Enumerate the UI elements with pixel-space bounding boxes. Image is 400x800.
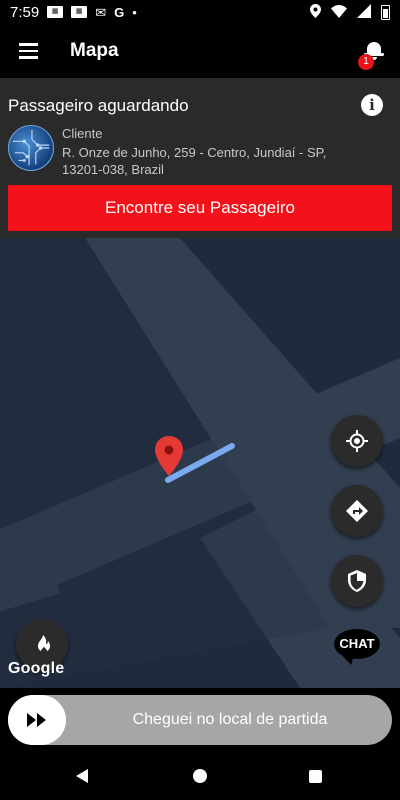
find-passenger-button[interactable]: Encontre seu Passageiro: [8, 185, 392, 231]
my-location-icon: [346, 430, 368, 452]
directions-icon: [346, 500, 368, 522]
directions-button[interactable]: [331, 485, 383, 537]
card-title: Passageiro aguardando: [8, 96, 189, 115]
news-icon: ▦: [47, 6, 64, 18]
location-icon: [310, 4, 321, 20]
status-bar: 7:59 ▦ ▦ ✉ G •: [0, 0, 400, 24]
app-bar: Mapa 1: [0, 24, 400, 78]
dot-icon: •: [132, 4, 137, 20]
battery-icon: [381, 4, 390, 20]
safety-button[interactable]: [331, 555, 383, 607]
status-time: 7:59: [10, 3, 40, 21]
google-attribution: Google: [8, 660, 65, 677]
signal-icon: [357, 4, 371, 20]
flame-icon: [38, 635, 50, 654]
notification-badge: 1: [358, 54, 374, 70]
wifi-icon: [331, 4, 347, 20]
page-title: Mapa: [70, 40, 119, 61]
info-icon[interactable]: i: [361, 94, 383, 116]
client-address: R. Onze de Junho, 259 - Centro, Jundiaí …: [62, 145, 327, 177]
shield-icon: [348, 570, 366, 592]
home-icon[interactable]: [193, 769, 207, 783]
news-icon: ▦: [71, 6, 88, 18]
trip-card: Passageiro aguardando i Cliente R. Onze …: [0, 78, 400, 238]
client-avatar: [8, 125, 54, 171]
system-nav-bar: [0, 752, 400, 800]
menu-icon[interactable]: [0, 24, 56, 78]
notifications-button[interactable]: 1: [358, 36, 388, 70]
slider-handle[interactable]: [8, 695, 66, 745]
slider-label: Cheguei no local de partida: [132, 711, 328, 728]
map-canvas: [0, 238, 400, 688]
arrival-slider[interactable]: Cheguei no local de partida: [8, 695, 392, 745]
my-location-button[interactable]: [331, 415, 383, 467]
back-icon[interactable]: [76, 769, 88, 783]
recent-apps-icon[interactable]: [309, 770, 322, 783]
mail-icon: ✉: [95, 4, 107, 20]
map-view[interactable]: CHAT Google: [0, 238, 400, 688]
client-label: Cliente: [62, 126, 103, 141]
chat-button[interactable]: CHAT: [334, 629, 380, 667]
google-icon: G: [114, 4, 125, 20]
chat-label: CHAT: [334, 629, 380, 659]
arrival-slider-bar: Cheguei no local de partida: [0, 688, 400, 752]
fast-forward-icon: [27, 713, 46, 727]
